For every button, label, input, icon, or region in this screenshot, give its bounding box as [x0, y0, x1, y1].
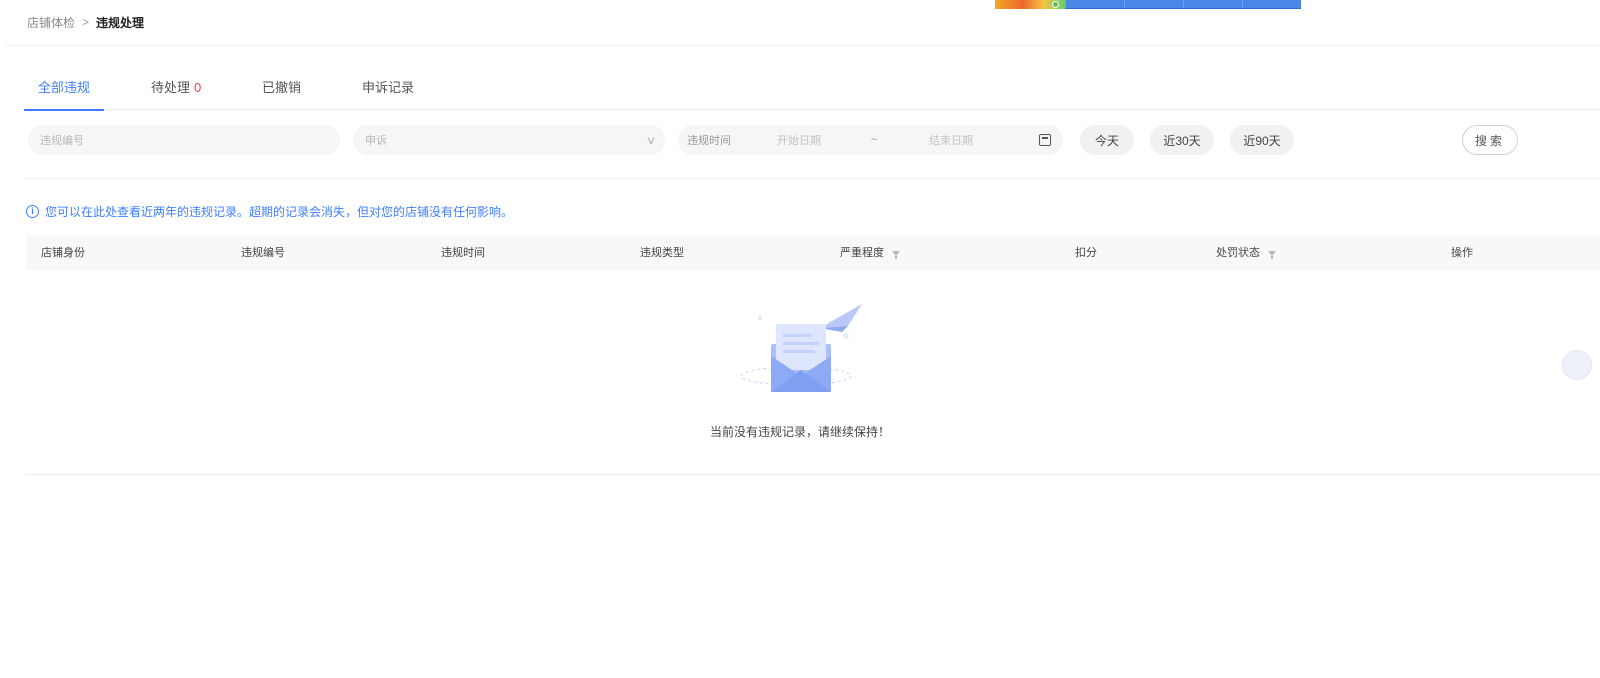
column-header-violation-time: 违规时间: [441, 236, 485, 270]
filter-icon[interactable]: [1268, 250, 1276, 259]
info-notice: i 您可以在此处查看近两年的违规记录。超期的记录会消失，但对您的店铺没有任何影响…: [26, 203, 513, 219]
toolbar-segment[interactable]: [1183, 0, 1242, 8]
empty-state-message: 当前没有违规记录，请继续保持！: [709, 425, 890, 439]
column-header-deduction: 扣分: [1075, 236, 1097, 270]
app-thumbnail-icon[interactable]: [995, 0, 1065, 9]
column-label: 扣分: [1075, 247, 1097, 259]
column-label: 违规时间: [441, 247, 485, 259]
table-bottom-divider: [26, 474, 1600, 475]
header-divider: [5, 45, 1600, 46]
floating-help-button[interactable]: [1562, 350, 1592, 380]
filter-icon[interactable]: [892, 250, 900, 259]
breadcrumb: 店铺体检 > 违规处理: [27, 14, 144, 30]
quick-range-30-days-button[interactable]: 近30天: [1150, 125, 1214, 155]
column-label: 操作: [1451, 247, 1473, 259]
pending-count-badge: 0: [194, 80, 202, 95]
table-header: 店铺身份 违规编号 违规时间 违规类型 严重程度 扣分 处罚状态 操作: [26, 236, 1600, 270]
appeal-select[interactable]: 申诉 ∨: [353, 125, 665, 155]
tab-label: 待处理: [151, 80, 191, 95]
toolbar-segment[interactable]: [1124, 0, 1183, 8]
quick-range-today-button[interactable]: 今天: [1080, 125, 1134, 155]
column-label: 严重程度: [840, 247, 884, 259]
tab-label: 已撤销: [262, 80, 302, 95]
input-placeholder: 违规编号: [40, 135, 84, 147]
breadcrumb-separator: >: [82, 15, 90, 29]
search-button[interactable]: 搜索: [1462, 125, 1518, 155]
quick-range-90-days-button[interactable]: 近90天: [1230, 125, 1294, 155]
breadcrumb-parent[interactable]: 店铺体检: [27, 14, 75, 31]
empty-mailbox-illustration: [740, 304, 862, 392]
info-icon: i: [26, 204, 39, 218]
column-header-shop-identity: 店铺身份: [41, 236, 85, 270]
column-label: 处罚状态: [1216, 247, 1260, 259]
select-value: 申诉: [365, 135, 387, 147]
date-label: 违规时间: [687, 135, 731, 147]
violation-no-input[interactable]: 违规编号: [28, 125, 340, 155]
breadcrumb-current: 违规处理: [96, 15, 145, 30]
column-header-penalty-status: 处罚状态: [1216, 236, 1276, 270]
column-header-violation-type: 违规类型: [640, 236, 684, 270]
tab-pending[interactable]: 待处理 0: [137, 74, 215, 110]
toolbar-segment[interactable]: [1242, 0, 1301, 8]
violation-tabs: 全部违规 待处理 0 已撤销 申诉记录: [24, 74, 1600, 111]
filter-divider: [24, 178, 1600, 179]
column-header-actions: 操作: [1451, 236, 1473, 270]
floating-toolbar-strip[interactable]: [995, 0, 1301, 9]
calendar-icon[interactable]: [1039, 134, 1051, 146]
column-header-severity: 严重程度: [840, 236, 900, 270]
column-label: 店铺身份: [41, 247, 85, 259]
start-date-input[interactable]: 开始日期: [777, 132, 871, 148]
date-range-picker[interactable]: 违规时间 开始日期 ~ 结束日期: [678, 125, 1063, 155]
range-separator: ~: [871, 134, 878, 146]
notice-text: 您可以在此处查看近两年的违规记录。超期的记录会消失，但对您的店铺没有任何影响。: [45, 204, 514, 219]
column-header-violation-no: 违规编号: [241, 236, 285, 270]
column-label: 违规编号: [241, 247, 285, 259]
tab-revoked[interactable]: 已撤销: [248, 74, 315, 110]
tab-label: 全部违规: [38, 80, 91, 95]
tab-label: 申诉记录: [362, 80, 415, 95]
end-date-input[interactable]: 结束日期: [929, 132, 1039, 148]
violation-page: 店铺体检 > 违规处理 全部违规 待处理 0 已撤销 申诉记录 违规编号 申诉 ∨…: [0, 0, 1600, 678]
tab-appeal-records[interactable]: 申诉记录: [348, 74, 428, 110]
chevron-down-icon: ∨: [645, 134, 657, 147]
toolbar-segment[interactable]: [1065, 0, 1124, 8]
column-label: 违规类型: [640, 247, 684, 259]
tab-all-violations[interactable]: 全部违规: [24, 74, 105, 111]
status-dot-icon: [1052, 1, 1059, 8]
